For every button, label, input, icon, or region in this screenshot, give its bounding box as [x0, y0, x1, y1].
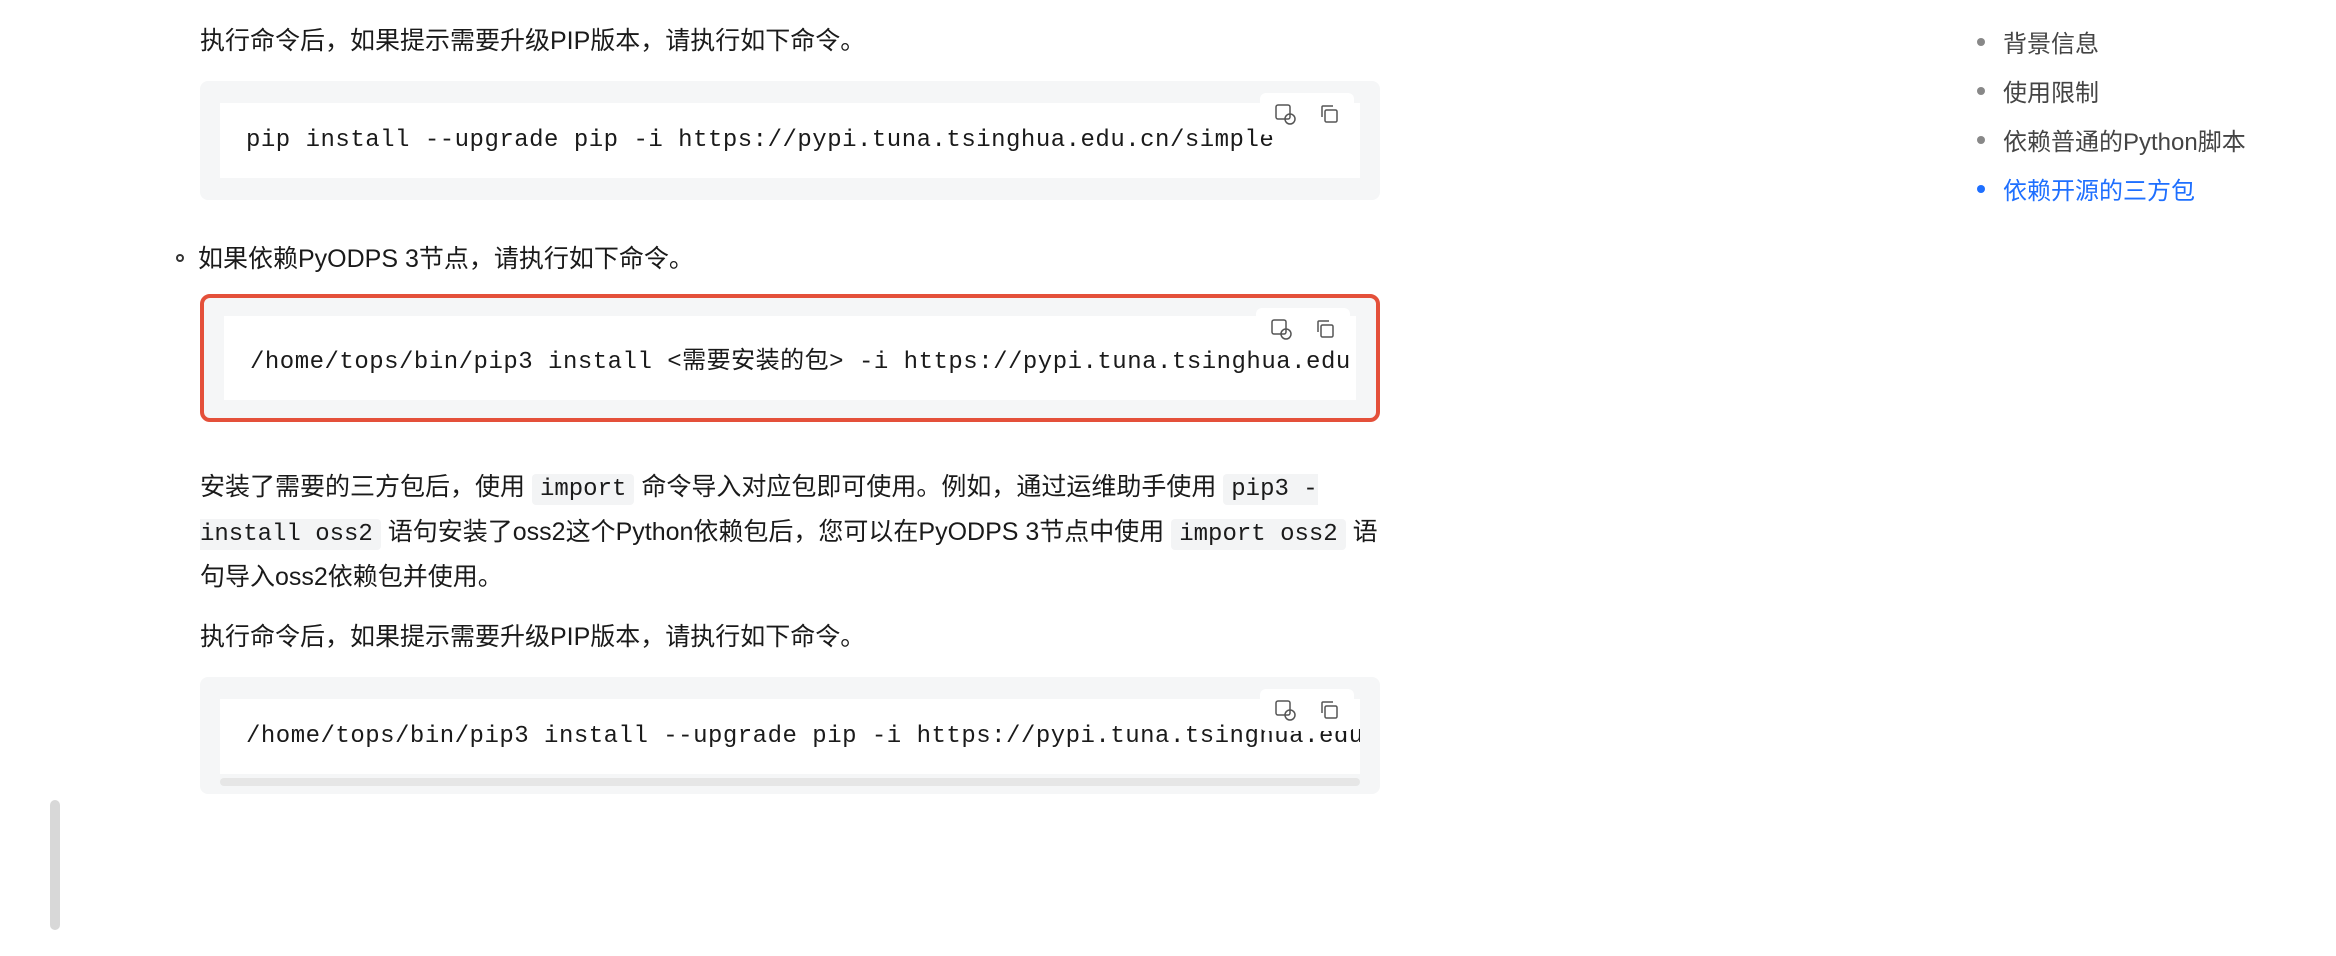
code-preview-icon[interactable] [1270, 99, 1300, 129]
bullet-text: 如果依赖PyODPS 3节点，请执行如下命令。 [198, 238, 694, 281]
code-preview-icon[interactable] [1266, 314, 1296, 344]
bullet-icon [1977, 185, 1985, 193]
copy-icon[interactable] [1310, 314, 1340, 344]
toc-sidebar: 背景信息 使用限制 依赖普通的Python脚本 依赖开源的三方包 [1936, 0, 2336, 956]
code-toolbar [1260, 93, 1354, 135]
scrollbar-track[interactable] [50, 530, 60, 930]
bullet-icon [1977, 87, 1985, 95]
bullet-icon [1977, 136, 1985, 144]
code-block-highlighted: /home/tops/bin/pip3 install <需要安装的包> -i … [200, 294, 1380, 422]
code-toolbar [1256, 308, 1350, 350]
text-run: 命令导入对应包即可使用。例如，通过运维助手使用 [634, 473, 1223, 501]
code-preview-icon[interactable] [1270, 695, 1300, 725]
bullet-icon [176, 254, 184, 262]
main-content: 执行命令后，如果提示需要升级PIP版本，请执行如下命令。 pip install… [0, 0, 1936, 956]
toc-label: 依赖开源的三方包 [2003, 171, 2195, 206]
code-block: /home/tops/bin/pip3 install --upgrade pi… [200, 677, 1380, 794]
code-block: pip install --upgrade pip -i https://pyp… [200, 81, 1380, 200]
toc-item[interactable]: 依赖普通的Python脚本 [1977, 122, 2296, 157]
code-text: pip install --upgrade pip -i https://pyp… [220, 103, 1360, 178]
copy-icon[interactable] [1314, 695, 1344, 725]
text-run: 安装了需要的三方包后，使用 [200, 473, 532, 501]
toc-item-active[interactable]: 依赖开源的三方包 [1977, 171, 2296, 206]
inline-code: import oss2 [1171, 519, 1345, 550]
scrollbar-thumb[interactable] [50, 800, 60, 930]
horizontal-scrollbar[interactable] [220, 778, 1360, 786]
paragraph: 执行命令后，如果提示需要升级PIP版本，请执行如下命令。 [200, 616, 1380, 659]
bullet-icon [1977, 38, 1985, 46]
code-toolbar [1260, 689, 1354, 731]
code-text: /home/tops/bin/pip3 install --upgrade pi… [220, 699, 1360, 774]
paragraph: 执行命令后，如果提示需要升级PIP版本，请执行如下命令。 [200, 20, 1380, 63]
toc-label: 背景信息 [2003, 24, 2099, 59]
inline-code: import [532, 474, 634, 505]
bullet-item: 如果依赖PyODPS 3节点，请执行如下命令。 [200, 238, 1380, 281]
toc-label: 依赖普通的Python脚本 [2003, 122, 2246, 157]
paragraph: 安装了需要的三方包后，使用 import 命令导入对应包即可使用。例如，通过运维… [200, 466, 1380, 598]
toc-item[interactable]: 使用限制 [1977, 73, 2296, 108]
toc-item[interactable]: 背景信息 [1977, 24, 2296, 59]
toc-list: 背景信息 使用限制 依赖普通的Python脚本 依赖开源的三方包 [1977, 24, 2296, 206]
text-run: 语句安装了oss2这个Python依赖包后，您可以在PyODPS 3节点中使用 [381, 518, 1171, 546]
copy-icon[interactable] [1314, 99, 1344, 129]
code-text: /home/tops/bin/pip3 install <需要安装的包> -i … [224, 316, 1356, 400]
toc-label: 使用限制 [2003, 73, 2099, 108]
